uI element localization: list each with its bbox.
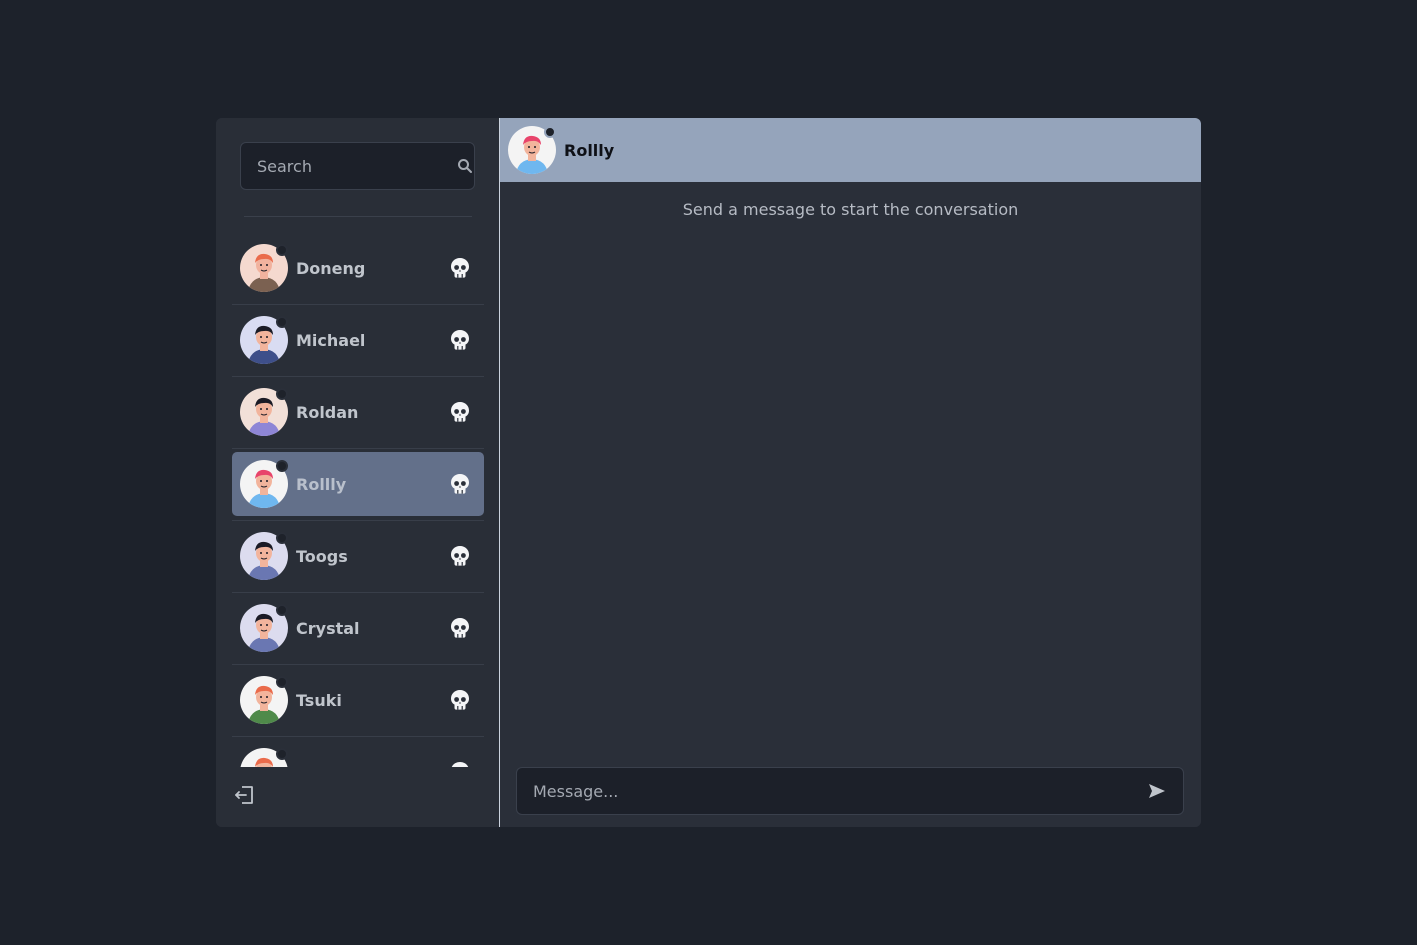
- chat-header-avatar: [508, 126, 556, 174]
- contact-name: Roldan: [296, 402, 359, 422]
- contact-name: Toogs: [296, 546, 348, 566]
- status-dot: [276, 244, 288, 256]
- status-dot: [276, 748, 288, 760]
- message-input[interactable]: [533, 781, 1147, 801]
- contact-item[interactable]: Michael: [232, 308, 484, 377]
- status-dot: [276, 388, 288, 400]
- contact-item[interactable]: Crystal: [232, 596, 484, 665]
- contact-item[interactable]: Roldan: [232, 380, 484, 449]
- contact-name: Tsuki: [296, 690, 342, 710]
- empty-conversation-message: Send a message to start the conversation: [682, 200, 1019, 219]
- skull-icon[interactable]: [448, 616, 472, 640]
- status-dot: [276, 316, 288, 328]
- skull-icon[interactable]: [448, 472, 472, 496]
- search-icon[interactable]: [457, 157, 473, 175]
- sidebar: Doneng Michael: [216, 118, 500, 827]
- skull-icon[interactable]: [448, 328, 472, 352]
- skull-icon[interactable]: [448, 544, 472, 568]
- contact-item[interactable]: Tsuki: [232, 668, 484, 737]
- toogs-avatar: [240, 532, 288, 580]
- status-dot: [276, 676, 288, 688]
- rollly-avatar: [240, 460, 288, 508]
- tsuki-avatar: [240, 676, 288, 724]
- contact-name: Michael: [296, 330, 366, 350]
- skull-icon[interactable]: [448, 256, 472, 280]
- chat-title: Rollly: [564, 140, 615, 160]
- status-dot: [276, 604, 288, 616]
- skull-icon[interactable]: [448, 688, 472, 712]
- send-icon[interactable]: [1147, 781, 1167, 801]
- contact-item[interactable]: [232, 740, 484, 767]
- skull-icon[interactable]: [448, 400, 472, 424]
- contact-item[interactable]: Toogs: [232, 524, 484, 593]
- status-dot: [276, 460, 288, 472]
- status-dot: [276, 532, 288, 544]
- chat-app: Doneng Michael: [216, 118, 1201, 827]
- skull-icon[interactable]: [448, 760, 472, 767]
- contact-list[interactable]: Doneng Michael Roldan Rollly Toogs Cryst…: [232, 236, 484, 767]
- logout-icon[interactable]: [234, 784, 256, 806]
- contact-name: Doneng: [296, 258, 366, 278]
- contact-item[interactable]: Doneng: [232, 236, 484, 305]
- crystal-avatar: [240, 604, 288, 652]
- sidebar-divider: [244, 216, 472, 217]
- chat-panel: Rollly Send a message to start the conve…: [500, 118, 1201, 827]
- chat-header: Rollly: [500, 118, 1201, 182]
- status-dot: [544, 126, 556, 138]
- contact-name: Crystal: [296, 618, 360, 638]
- roldan-avatar: [240, 388, 288, 436]
- contact-item[interactable]: Rollly: [232, 452, 484, 521]
- michael-avatar: [240, 316, 288, 364]
- contact-name: Rollly: [296, 474, 347, 494]
- doneng-avatar: [240, 244, 288, 292]
- search-box: [240, 142, 475, 190]
- partial-avatar: [240, 748, 288, 767]
- search-input[interactable]: [257, 156, 457, 176]
- message-composer: [516, 767, 1184, 815]
